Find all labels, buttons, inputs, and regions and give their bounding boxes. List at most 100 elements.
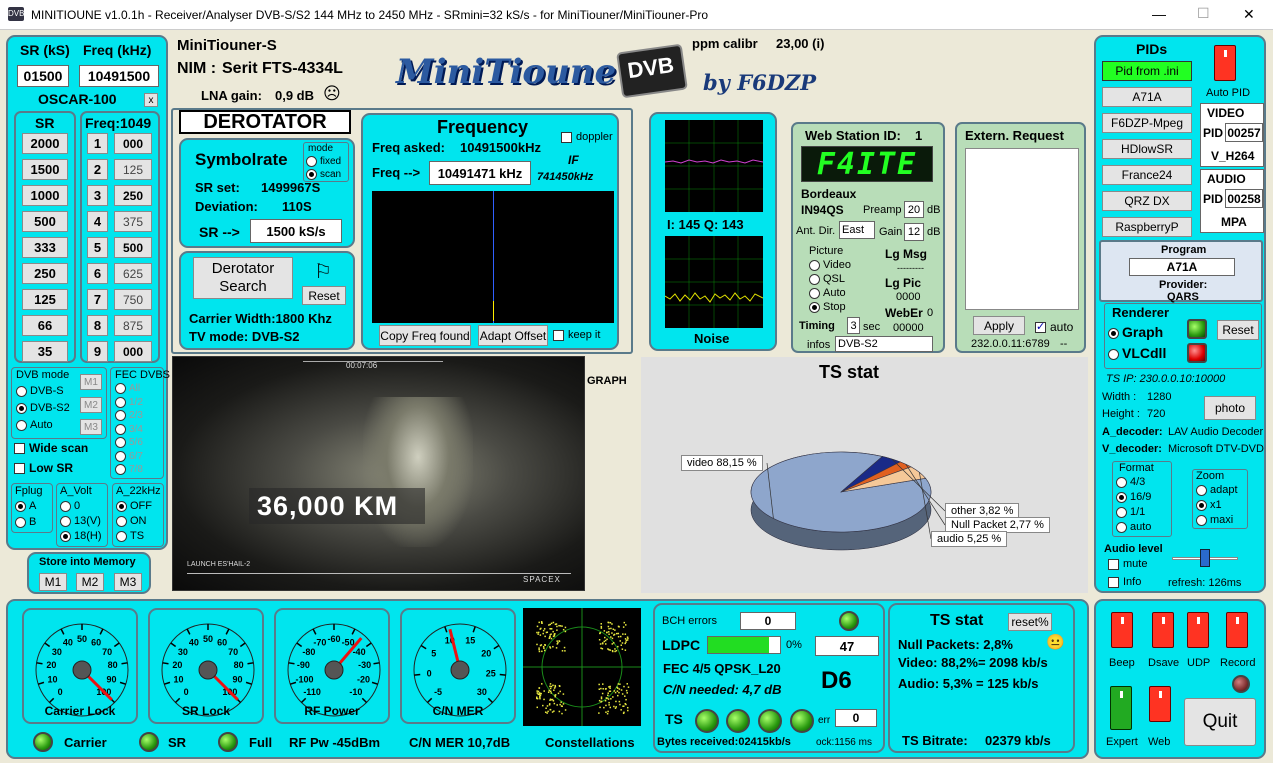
radio-auto[interactable] [16,419,27,431]
radio-fec-option-5[interactable] [115,450,126,462]
expert-switch[interactable] [1110,686,1132,730]
radio-avolt-0[interactable] [60,500,71,512]
fec-option-2[interactable]: 2/3 [115,410,143,421]
audio-pid-value[interactable]: 00258 [1225,189,1263,208]
format-option-0[interactable]: 4/3 [1116,476,1145,488]
udp-switch[interactable] [1187,612,1209,648]
radio-fplug-b[interactable] [15,516,26,528]
sr-preset-button[interactable]: 250 [22,263,68,284]
renderer-reset-button[interactable]: Reset [1217,320,1259,340]
low-sr-box[interactable] [14,463,25,475]
radio-fec-option-2[interactable] [115,410,126,421]
mute-checkbox[interactable]: mute [1108,558,1147,570]
copy-freq-button[interactable]: Copy Freq found [379,325,471,346]
extern-auto-box[interactable] [1035,320,1046,334]
picture-option-qsl[interactable]: QSL [809,273,845,285]
extern-request-box[interactable] [965,148,1079,310]
store-m1-button[interactable]: M1 [39,573,67,591]
renderer-graph-option[interactable]: Graph [1108,324,1163,340]
extern-auto-checkbox[interactable]: auto [1035,320,1073,334]
pid-channel-button[interactable]: France24 [1102,165,1192,185]
freq-offset-button[interactable]: 875 [114,315,152,336]
radio-picture-option-video[interactable] [809,259,820,271]
radio-a22-ts[interactable] [116,530,127,542]
radio-avolt-13[interactable] [60,515,71,527]
dvb-mode-auto[interactable]: Auto [16,419,53,431]
radio-format-option-0[interactable] [1116,476,1127,488]
radio-a22-on[interactable] [116,515,127,527]
fec-option-1[interactable]: 1/2 [115,396,143,408]
store-m2-button[interactable]: M2 [76,573,104,591]
keep-it-box[interactable] [553,329,564,341]
radio-fec-option-1[interactable] [115,396,126,408]
dvb-mode-dvbs2[interactable]: DVB-S2 [16,402,70,414]
freq-digit-button[interactable]: 9 [87,341,108,362]
freq-digit-button[interactable]: 7 [87,289,108,310]
pid-channel-button[interactable]: HDlowSR [1102,139,1192,159]
freq-digit-button[interactable]: 2 [87,159,108,180]
radio-mode-scan[interactable] [306,169,317,180]
timing-input[interactable]: 3 [847,317,860,334]
keep-it-checkbox[interactable]: keep it [553,329,600,341]
radio-a22-off[interactable] [116,500,127,512]
ant-dir-input[interactable]: East [839,221,875,239]
info-checkbox[interactable]: Info [1108,576,1141,588]
quit-button[interactable]: Quit [1184,698,1256,746]
dvb-mode-dvbs[interactable]: DVB-S [16,385,64,397]
radio-picture-option-stop[interactable] [809,301,820,313]
minimize-icon[interactable]: — [1152,6,1166,22]
radio-dvbs2[interactable] [16,402,27,414]
picture-option-video[interactable]: Video [809,259,851,271]
audio-level-slider-thumb[interactable] [1200,549,1210,567]
sr-value-display[interactable]: 01500 [17,65,69,87]
mem-m3-button[interactable]: M3 [80,419,102,435]
freq-offset-button[interactable]: 000 [114,341,152,362]
freq-digit-button[interactable]: 5 [87,237,108,258]
derotator-reset-button[interactable]: Reset [302,286,346,305]
doppler-box[interactable] [561,131,572,143]
freq-offset-button[interactable]: 375 [114,211,152,232]
fec-option-3[interactable]: 3/4 [115,423,143,435]
sr-preset-button[interactable]: 66 [22,315,68,336]
sr-preset-button[interactable]: 125 [22,289,68,310]
auto-pid-switch[interactable] [1214,45,1236,81]
radio-renderer-vlc[interactable] [1108,348,1119,360]
close-icon[interactable]: ✕ [1243,6,1255,23]
avolt-0[interactable]: 0 [60,500,80,512]
gain-input[interactable]: 12 [904,223,924,241]
radio-fec-option-0[interactable] [115,383,126,394]
radio-zoom-option-maxi[interactable] [1196,514,1207,526]
radio-zoom-option-x1[interactable] [1196,499,1207,511]
radio-format-option-1[interactable] [1116,491,1127,503]
radio-zoom-option-adapt[interactable] [1196,484,1207,496]
store-m3-button[interactable]: M3 [114,573,142,591]
sr-preset-button[interactable]: 500 [22,211,68,232]
freq-offset-button[interactable]: 750 [114,289,152,310]
freq-digit-button[interactable]: 4 [87,211,108,232]
pid-channel-button[interactable]: QRZ DX [1102,191,1192,211]
beep-switch[interactable] [1111,612,1133,648]
freq-digit-button[interactable]: 8 [87,315,108,336]
mem-m2-button[interactable]: M2 [80,397,102,413]
freq-digit-button[interactable]: 1 [87,133,108,154]
freq-value-display[interactable]: 10491500 [79,65,159,87]
zoom-option-maxi[interactable]: maxi [1196,514,1233,526]
freq-offset-button[interactable]: 250 [114,185,152,206]
doppler-checkbox[interactable]: doppler [561,131,613,143]
pid-channel-button[interactable]: RaspberryP [1102,217,1192,237]
pid-channel-button[interactable]: F6DZP-Mpeg [1102,113,1192,133]
adapt-offset-button[interactable]: Adapt Offset [478,325,548,346]
a22-ts[interactable]: TS [116,530,144,542]
photo-button[interactable]: photo [1204,396,1256,420]
low-sr-checkbox[interactable]: Low SR [14,461,73,475]
preset-close-button[interactable]: x [144,93,158,107]
fplug-a[interactable]: A [15,500,36,512]
mem-m1-button[interactable]: M1 [80,374,102,390]
avolt-13[interactable]: 13(V) [60,515,101,527]
web-switch[interactable] [1149,686,1171,722]
sr-preset-button[interactable]: 35 [22,341,68,362]
format-option-3[interactable]: auto [1116,521,1151,533]
a22-off[interactable]: OFF [116,500,152,512]
wide-scan-checkbox[interactable]: Wide scan [14,441,88,455]
radio-dvbs[interactable] [16,385,27,397]
